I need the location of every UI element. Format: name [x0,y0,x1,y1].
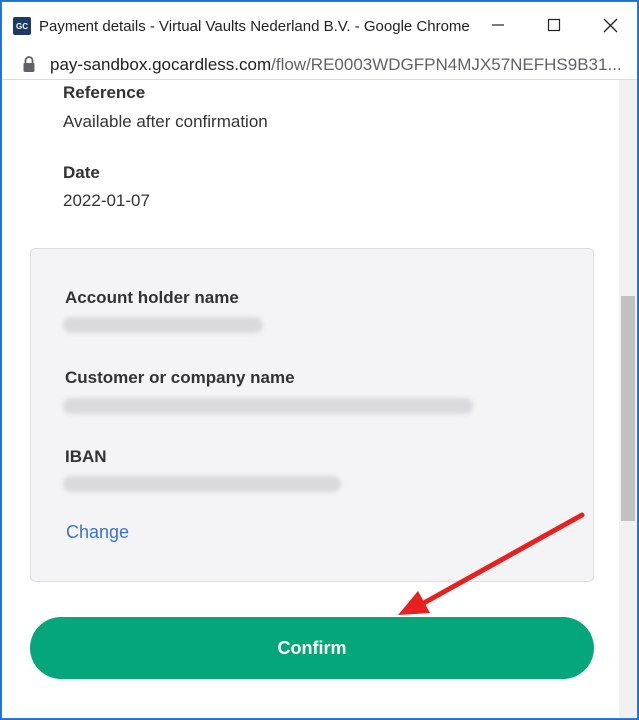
bank-details-panel: Account holder name Customer or company … [30,248,594,582]
reference-label: Reference [63,83,146,102]
maximize-button[interactable] [526,2,582,48]
account-holder-value-redacted [63,317,263,333]
reference-value: Available after confirmation [63,112,268,131]
maximize-icon [547,18,561,32]
iban-value-redacted [63,476,341,492]
minimize-icon [492,24,504,26]
company-name-value-redacted [63,398,473,414]
title-bar: GC Payment details - Virtual Vaults Nede… [2,2,637,48]
confirm-button[interactable]: Confirm [30,617,594,679]
date-value: 2022-01-07 [63,191,150,210]
browser-window: GC Payment details - Virtual Vaults Nede… [1,1,638,719]
page-content: Reference Available after confirmation D… [2,80,619,718]
iban-label: IBAN [65,447,107,466]
url-host: pay-sandbox.gocardless.com [50,55,272,74]
account-holder-label: Account holder name [65,288,239,307]
scrollbar-thumb[interactable] [621,296,635,521]
scrollbar[interactable] [619,80,637,718]
address-bar[interactable]: pay-sandbox.gocardless.com/flow/RE0003WD… [2,48,637,80]
close-button[interactable] [582,2,638,48]
change-link[interactable]: Change [66,522,129,543]
date-label: Date [63,163,100,182]
minimize-button[interactable] [470,2,526,48]
url-text[interactable]: pay-sandbox.gocardless.com/flow/RE0003WD… [50,55,620,75]
close-icon [603,18,617,32]
url-path: /flow/RE0003WDGFPN4MJX57NEFHS9B31... [271,55,620,74]
window-title: Payment details - Virtual Vaults Nederla… [39,18,470,35]
lock-icon [23,56,35,72]
gocardless-favicon-icon: GC [13,17,31,35]
company-name-label: Customer or company name [65,368,295,387]
